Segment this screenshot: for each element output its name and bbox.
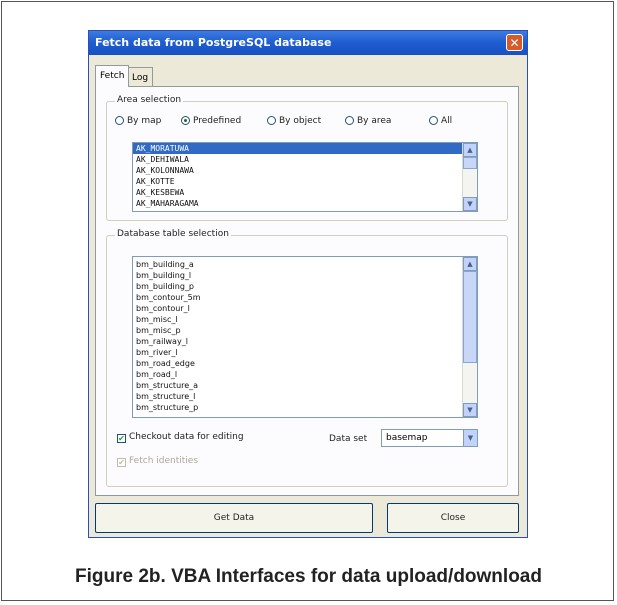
checkout-checkbox[interactable]: ✔ Checkout data for editing — [117, 432, 244, 443]
radio-button-selected-icon — [181, 116, 190, 125]
list-item[interactable]: AK_DEHIWALA — [133, 154, 477, 165]
list-item[interactable]: bm_building_a — [133, 259, 477, 270]
close-icon[interactable]: ✕ — [506, 34, 523, 51]
list-item[interactable]: bm_structure_p — [133, 402, 477, 413]
close-button[interactable]: Close — [387, 503, 519, 533]
tab-log[interactable]: Log — [127, 67, 154, 87]
tab-fetch[interactable]: Fetch — [95, 65, 130, 87]
checkbox-checked-icon: ✔ — [117, 458, 126, 467]
checkbox-checked-icon: ✔ — [117, 434, 126, 443]
table-listbox[interactable]: bm_building_a bm_building_l bm_building_… — [132, 256, 478, 418]
list-item[interactable]: bm_building_p — [133, 281, 477, 292]
area-list-scrollbar[interactable]: ▲ ▼ — [462, 143, 477, 211]
checkout-label: Checkout data for editing — [129, 432, 244, 442]
radio-by-object[interactable]: By object — [267, 116, 321, 126]
scroll-down-icon[interactable]: ▼ — [463, 403, 477, 417]
area-listbox[interactable]: AK_MORATUWA AK_DEHIWALA AK_KOLONNAWA AK_… — [132, 142, 478, 212]
list-item[interactable]: bm_building_l — [133, 270, 477, 281]
radio-by-map[interactable]: By map — [115, 116, 161, 126]
dataset-value: basemap — [386, 433, 428, 443]
list-item[interactable]: bm_railway_l — [133, 336, 477, 347]
radio-button-icon — [345, 116, 354, 125]
radio-label: By object — [279, 116, 322, 126]
radio-button-icon — [429, 116, 438, 125]
fetch-identities-checkbox: ✔ Fetch identities — [117, 456, 198, 467]
list-item[interactable]: AK_KOTTE — [133, 176, 477, 187]
list-item[interactable]: bm_structure_a — [133, 380, 477, 391]
list-item[interactable]: bm_misc_l — [133, 314, 477, 325]
scroll-down-icon[interactable]: ▼ — [463, 197, 477, 211]
list-item[interactable]: bm_misc_p — [133, 325, 477, 336]
radio-button-icon — [267, 116, 276, 125]
area-selection-legend: Area selection — [115, 95, 184, 105]
chevron-down-icon[interactable]: ▼ — [463, 430, 477, 446]
radio-all[interactable]: All — [429, 116, 452, 126]
radio-by-area[interactable]: By area — [345, 116, 391, 126]
dataset-select[interactable]: basemap ▼ — [381, 429, 478, 447]
list-item[interactable]: AK_MORATUWA — [133, 143, 477, 154]
scroll-up-icon[interactable]: ▲ — [463, 143, 477, 157]
list-item[interactable]: AK_KOLONNAWA — [133, 165, 477, 176]
table-selection-legend: Database table selection — [115, 229, 231, 239]
dialog-titlebar[interactable]: Fetch data from PostgreSQL database ✕ — [89, 31, 527, 55]
radio-label: Predefined — [193, 116, 242, 126]
scroll-up-icon[interactable]: ▲ — [463, 257, 477, 271]
list-item[interactable]: bm_contour_l — [133, 303, 477, 314]
table-list-scrollbar[interactable]: ▲ ▼ — [462, 257, 477, 417]
radio-label: By area — [357, 116, 392, 126]
radio-label: All — [441, 116, 453, 126]
radio-label: By map — [127, 116, 162, 126]
list-item[interactable]: bm_road_edge — [133, 358, 477, 369]
list-item[interactable]: AK_MAHARAGAMA — [133, 198, 477, 209]
list-item[interactable]: AK_KESBEWA — [133, 187, 477, 198]
radio-button-icon — [115, 116, 124, 125]
list-item[interactable]: bm_contour_5m — [133, 292, 477, 303]
area-selection-group: Area selection By map Predefined By obje… — [106, 95, 508, 221]
list-item[interactable]: bm_river_l — [133, 347, 477, 358]
fetch-identities-label: Fetch identities — [129, 456, 199, 466]
dataset-label: Data set — [329, 434, 368, 444]
dialog-title: Fetch data from PostgreSQL database — [95, 36, 332, 49]
list-item[interactable]: bm_road_l — [133, 369, 477, 380]
fetch-dialog: Fetch data from PostgreSQL database ✕ Fe… — [88, 30, 528, 538]
figure-caption: Figure 2b. VBA Interfaces for data uploa… — [75, 566, 542, 587]
scroll-thumb[interactable] — [463, 271, 477, 363]
get-data-button[interactable]: Get Data — [95, 503, 373, 533]
radio-predefined[interactable]: Predefined — [181, 116, 241, 126]
list-item[interactable]: bm_structure_l — [133, 391, 477, 402]
table-selection-group: Database table selection bm_building_a b… — [106, 229, 508, 487]
fetch-tab-panel: Area selection By map Predefined By obje… — [95, 86, 519, 496]
scroll-thumb[interactable] — [463, 157, 477, 169]
